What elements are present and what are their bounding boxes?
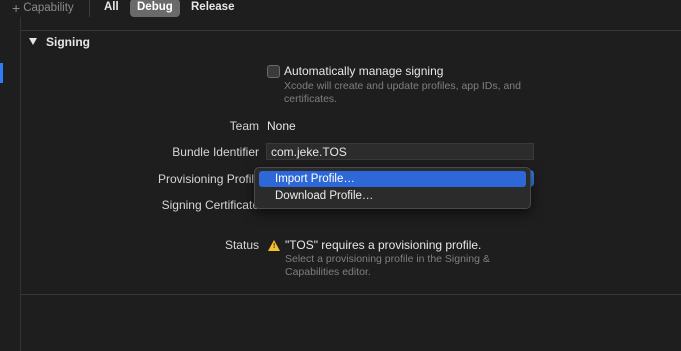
auto-signing-help: Xcode will create and update profiles, a… [284,80,521,105]
signing-capabilities-editor: + Capability All Debug Release Signing A… [0,0,681,351]
menu-item-label: Import Profile… [275,173,355,185]
left-divider [20,17,21,351]
status-label: Status [224,238,259,252]
add-capability-button[interactable]: + Capability [12,0,74,15]
signing-certificate-label: Signing Certificate [161,198,259,212]
plus-icon: + [12,0,21,16]
selection-marker [0,63,3,83]
menu-item-label: Download Profile… [275,190,374,202]
add-capability-label: Capability [23,1,74,14]
provisioning-profile-label: Provisioning Profile [158,172,261,186]
team-label: Team [229,119,259,133]
config-all-tab[interactable]: All [97,0,126,17]
capability-toolbar: + Capability All Debug Release [0,0,681,17]
section-divider [21,294,681,295]
bundle-identifier-field[interactable]: com.jeke.TOS [266,143,534,160]
auto-signing-checkbox[interactable] [267,65,280,78]
menu-item-download-profile[interactable]: Download Profile… [259,188,526,204]
status-title: "TOS" requires a provisioning profile. [285,238,482,252]
team-value[interactable]: None [267,119,296,133]
provisioning-profile-menu: Import Profile… Download Profile… [254,167,531,209]
config-release-tab[interactable]: Release [184,0,241,17]
bundle-identifier-value: com.jeke.TOS [271,145,347,159]
disclosure-triangle-icon[interactable] [29,38,37,45]
bundle-identifier-label: Bundle Identifier [172,145,259,159]
config-debug-tab[interactable]: Debug [130,0,180,17]
toolbar-divider [89,0,90,17]
menu-item-import-profile[interactable]: Import Profile… [259,171,526,187]
signing-section-header[interactable]: Signing [21,30,681,55]
auto-signing-label[interactable]: Automatically manage signing [284,64,443,78]
section-title: Signing [46,35,90,49]
status-help: Select a provisioning profile in the Sig… [285,253,490,278]
